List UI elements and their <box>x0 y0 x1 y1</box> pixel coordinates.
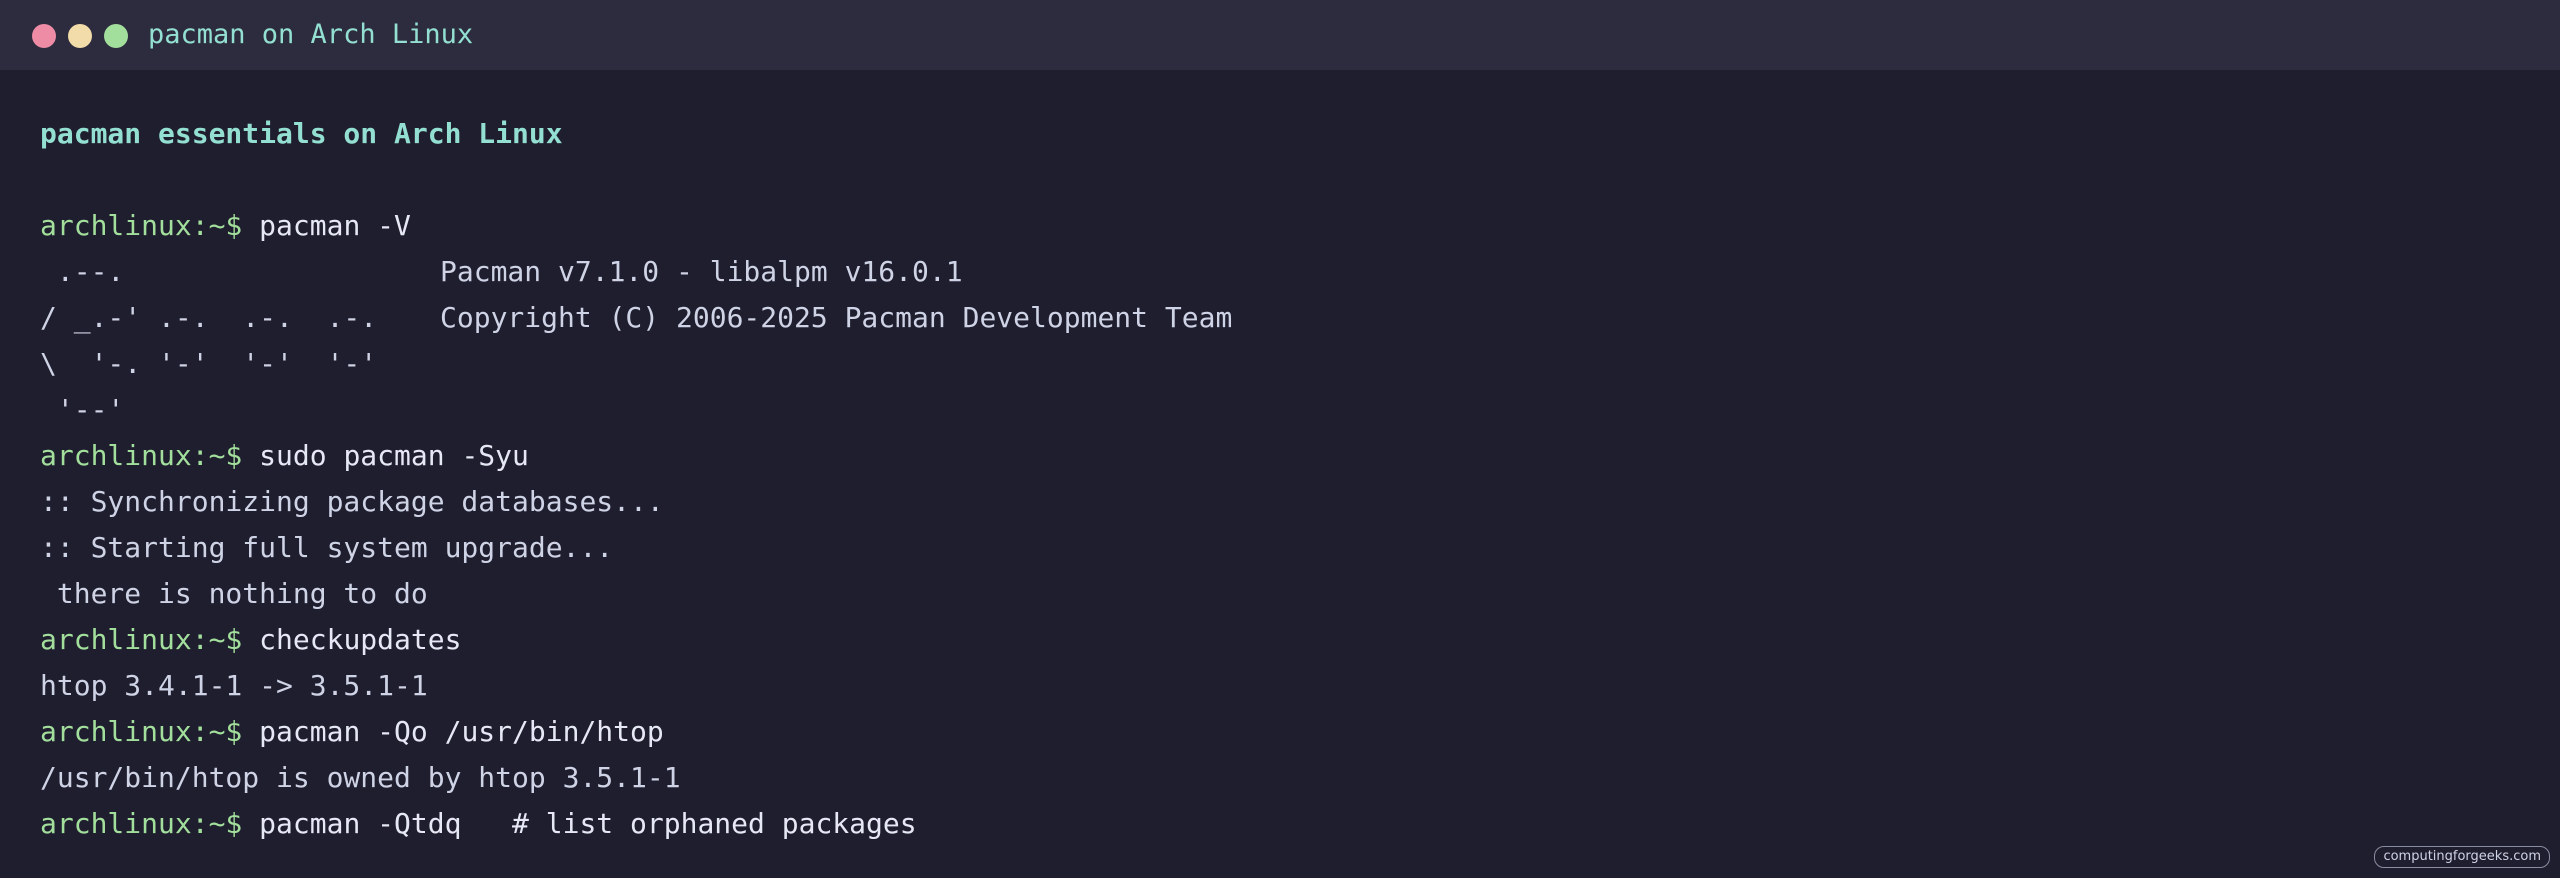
output-line: :: Synchronizing package databases... <box>40 485 664 518</box>
maximize-button[interactable] <box>104 24 128 48</box>
terminal-output[interactable]: pacman essentials on Arch Linux archlinu… <box>40 111 1232 847</box>
command-line: archlinux:~$ pacman -Qtdq # list orphane… <box>40 801 1232 847</box>
output-line: /usr/bin/htop is owned by htop 3.5.1-1 <box>40 761 681 794</box>
minimize-button[interactable] <box>68 24 92 48</box>
watermark-badge: computingforgeeks.com <box>2374 846 2550 868</box>
command-text: pacman -V <box>259 209 411 242</box>
command-text: checkupdates <box>259 623 462 656</box>
output-line: :: Starting full system upgrade... <box>40 531 614 564</box>
output-line: \ '-. '-' '-' '-' <box>40 341 1232 387</box>
close-button[interactable] <box>32 24 56 48</box>
shell-prompt: archlinux:~$ <box>40 807 243 840</box>
output-line: '--' <box>40 387 1232 433</box>
ascii-art: '--' <box>40 393 125 426</box>
ascii-art: \ '-. '-' '-' '-' <box>40 347 378 380</box>
ascii-art: .--. <box>40 255 125 288</box>
command-line: archlinux:~$ pacman -V <box>40 203 1232 249</box>
version-info: Pacman v7.1.0 - libalpm v16.0.1 <box>440 255 963 288</box>
ascii-art: / _.-' .-. .-. .-. <box>40 301 378 334</box>
session-heading: pacman essentials on Arch Linux <box>40 117 563 150</box>
output-line: htop 3.4.1-1 -> 3.5.1-1 <box>40 669 428 702</box>
command-text: pacman -Qo /usr/bin/htop <box>259 715 664 748</box>
copyright-info: Copyright (C) 2006-2025 Pacman Developme… <box>440 301 1233 334</box>
output-line: / _.-' .-. .-. .-. Copyright (C) 2006-202… <box>40 295 1232 341</box>
shell-prompt: archlinux:~$ <box>40 623 243 656</box>
output-line: there is nothing to do <box>40 577 428 610</box>
command-text: sudo pacman -Syu <box>259 439 529 472</box>
command-text: pacman -Qtdq # list orphaned packages <box>259 807 917 840</box>
command-line: archlinux:~$ sudo pacman -Syu <box>40 433 1232 479</box>
terminal-window: pacman on Arch Linux pacman essentials o… <box>0 0 2560 878</box>
shell-prompt: archlinux:~$ <box>40 209 243 242</box>
command-line: archlinux:~$ pacman -Qo /usr/bin/htop <box>40 709 1232 755</box>
window-title: pacman on Arch Linux <box>148 19 474 50</box>
output-line: .--. Pacman v7.1.0 - libalpm v16.0.1 <box>40 249 1232 295</box>
shell-prompt: archlinux:~$ <box>40 715 243 748</box>
shell-prompt: archlinux:~$ <box>40 439 243 472</box>
command-line: archlinux:~$ checkupdates <box>40 617 1232 663</box>
title-bar: pacman on Arch Linux <box>0 0 2560 70</box>
